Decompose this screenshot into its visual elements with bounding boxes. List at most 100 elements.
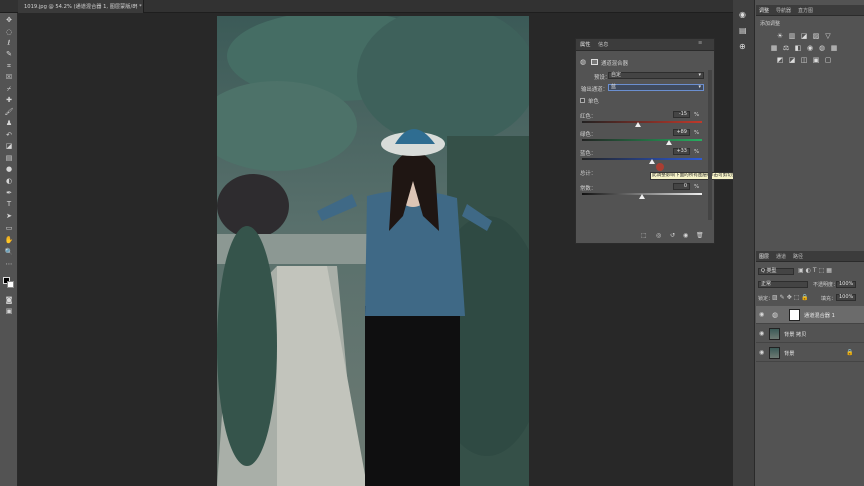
layer-row[interactable]: ◉ 背景 拷贝 <box>756 325 864 343</box>
preset-select[interactable]: 自定 ▾ <box>608 72 704 79</box>
opacity-input[interactable]: 100% <box>836 281 856 288</box>
red-slider-track[interactable] <box>582 121 702 123</box>
lock-icons[interactable]: ▨✎✥⬚🔒 <box>772 294 811 301</box>
zoom-icon[interactable]: 🔍 <box>3 247 15 258</box>
eye-icon[interactable]: ◉ <box>759 311 764 318</box>
blend-mode-select[interactable]: 正常 <box>758 281 808 288</box>
pen-icon[interactable]: ✒ <box>3 188 15 199</box>
eraser-icon[interactable]: ◪ <box>3 141 15 152</box>
blur-icon[interactable]: ● <box>3 164 15 175</box>
view-previous-icon[interactable]: ◎ <box>656 232 661 239</box>
brightness-icon[interactable]: ☀ <box>776 32 784 40</box>
layer-filter-icons[interactable]: ▣◐T⬚▦ <box>798 267 834 274</box>
dock-icon-strip: ◉ ▤ ⊕ <box>733 0 755 486</box>
stamp-icon[interactable]: ♟ <box>3 118 15 129</box>
layer-filter-select[interactable]: Q 类型 <box>758 268 794 275</box>
monochrome-label: 单色 <box>588 99 599 105</box>
more-icon[interactable]: ⋯ <box>3 259 15 270</box>
invert-icon[interactable]: ◩ <box>776 56 784 64</box>
tab-navigator[interactable]: 导航器 <box>776 7 791 14</box>
frame-icon[interactable]: ☒ <box>3 72 15 83</box>
tab-info[interactable]: 信息 <box>598 41 608 48</box>
tab-histogram[interactable]: 直方图 <box>798 7 813 14</box>
layer-row[interactable]: ◉ 背景 🔒 <box>756 344 864 362</box>
dodge-icon[interactable]: ◐ <box>3 176 15 187</box>
vibrance-icon[interactable]: ▽ <box>824 32 832 40</box>
history-icon[interactable]: ⊕ <box>739 42 746 51</box>
color-lookup-icon[interactable]: ▦ <box>830 44 838 52</box>
color-balance-icon[interactable]: ⚖ <box>782 44 790 52</box>
constant-slider-knob[interactable] <box>639 194 645 199</box>
properties-scrollbar[interactable] <box>708 70 712 220</box>
black-white-icon[interactable]: ◧ <box>794 44 802 52</box>
lock-label: 锁定： <box>758 296 774 302</box>
eye-icon[interactable]: ◉ <box>759 330 764 337</box>
layers-panel-header: 图层 通道 路径 <box>756 251 864 262</box>
eyedropper-icon[interactable]: ⌿ <box>3 84 15 95</box>
tab-layers[interactable]: 图层 <box>759 253 769 260</box>
screen-mode-icon[interactable]: ▣ <box>3 306 15 317</box>
history-brush-icon[interactable]: ↶ <box>3 130 15 141</box>
percent-sign: % <box>694 130 700 136</box>
green-label: 绿色： <box>580 132 597 138</box>
close-tab-icon[interactable]: × <box>134 3 138 9</box>
properties-icon[interactable]: ▤ <box>739 26 747 35</box>
red-input[interactable]: -15 <box>673 111 690 118</box>
preset-value: 自定 <box>611 72 622 78</box>
gradient-icon[interactable]: ▤ <box>3 153 15 164</box>
green-slider-knob[interactable] <box>665 140 672 145</box>
hue-saturation-icon[interactable]: ▦ <box>770 44 778 52</box>
visibility-icon[interactable]: ◉ <box>683 232 688 239</box>
curves-icon[interactable]: ◪ <box>800 32 808 40</box>
quick-select-icon[interactable]: ✎ <box>3 49 15 60</box>
add-adjustment-label: 添加调整 <box>760 21 781 27</box>
exposure-icon[interactable]: ▨ <box>812 32 820 40</box>
photo-filter-icon[interactable]: ◉ <box>806 44 814 52</box>
output-channel-select[interactable]: 蓝 ▾ <box>608 84 704 91</box>
posterize-icon[interactable]: ◪ <box>788 56 796 64</box>
marquee-icon[interactable]: ◌ <box>3 27 15 38</box>
fill-input[interactable]: 100% <box>836 294 856 301</box>
channel-mixer-icon[interactable]: ◍ <box>818 44 826 52</box>
selective-color-icon[interactable]: ▢ <box>824 56 832 64</box>
gradient-map-icon[interactable]: ▣ <box>812 56 820 64</box>
layer-row[interactable]: ◉ ◍ 通道混合器 1 <box>756 306 864 324</box>
constant-input[interactable]: 0 <box>673 183 690 190</box>
learn-icon[interactable]: ◉ <box>739 10 746 19</box>
layer-thumbnail <box>769 347 780 359</box>
monochrome-checkbox[interactable] <box>580 98 585 103</box>
reset-icon[interactable]: ↺ <box>670 232 675 239</box>
path-select-icon[interactable]: ➤ <box>3 211 15 222</box>
crop-icon[interactable]: ⌗ <box>3 61 15 72</box>
document-tab[interactable]: 1019.jpg @ 54.2% (通道混合器 1, 图层蒙版/8) * × <box>18 0 144 13</box>
layer-mask-icon[interactable] <box>591 59 598 65</box>
blue-input[interactable]: +33 <box>673 148 690 155</box>
rectangle-icon[interactable]: ▭ <box>3 223 15 234</box>
quick-mask-icon[interactable]: ◙ <box>3 295 15 306</box>
tab-channels[interactable]: 通道 <box>776 253 786 260</box>
green-slider-track[interactable] <box>582 139 702 141</box>
levels-icon[interactable]: ▥ <box>788 32 796 40</box>
tab-adjustments[interactable]: 调整 <box>759 7 769 14</box>
move-icon[interactable]: ✥ <box>3 15 15 26</box>
layer-thumbnail <box>769 328 780 340</box>
brush-icon[interactable]: 🖌 <box>3 107 15 118</box>
trash-icon[interactable]: 🗑 <box>696 232 704 239</box>
lasso-icon[interactable]: ℓ <box>3 38 15 49</box>
document-photo[interactable] <box>217 16 529 486</box>
background-color-swatch[interactable] <box>7 281 14 288</box>
blue-slider-knob[interactable] <box>648 159 655 164</box>
eye-icon[interactable]: ◉ <box>759 349 764 356</box>
type-icon[interactable]: T <box>3 199 15 210</box>
threshold-icon[interactable]: ◫ <box>800 56 808 64</box>
layer-mask-thumbnail[interactable] <box>789 309 800 321</box>
hand-icon[interactable]: ✋ <box>3 235 15 246</box>
green-input[interactable]: +89 <box>673 129 690 136</box>
clip-to-layer-icon[interactable]: ⬚ <box>641 232 647 239</box>
healing-icon[interactable]: ✚ <box>3 95 15 106</box>
red-slider-knob[interactable] <box>634 122 641 127</box>
panel-menu-icon[interactable]: ≡ <box>698 40 702 46</box>
blue-slider-track[interactable] <box>582 158 702 160</box>
tab-properties[interactable]: 属性 <box>580 41 590 48</box>
tab-paths[interactable]: 路径 <box>793 253 803 260</box>
